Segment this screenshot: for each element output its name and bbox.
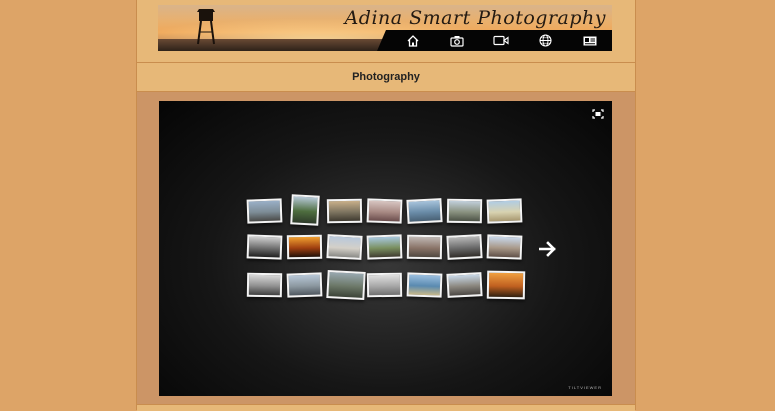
photo-thumbnail[interactable] xyxy=(446,272,483,298)
photo-thumbnail[interactable] xyxy=(326,234,363,260)
site-title: Adina Smart Photography xyxy=(344,7,606,29)
photo-thumbnail[interactable] xyxy=(406,234,443,260)
photo-thumbnail[interactable] xyxy=(406,272,443,298)
lifeguard-tower-icon xyxy=(197,9,215,45)
header-banner: Adina Smart Photography xyxy=(158,5,612,51)
photo-thumbnail[interactable] xyxy=(366,272,403,298)
arrow-right-icon[interactable] xyxy=(539,241,557,257)
photo-thumbnail[interactable] xyxy=(486,270,526,300)
photo-thumbnail[interactable] xyxy=(246,272,283,298)
photo-thumbnail[interactable] xyxy=(446,234,483,260)
photo-thumbnail[interactable] xyxy=(326,270,366,300)
photo-thumbnail[interactable] xyxy=(326,198,363,224)
photo-thumbnail[interactable] xyxy=(446,198,483,224)
photo-thumbnail[interactable] xyxy=(286,272,323,298)
viewer-brand: TILTVIEWER xyxy=(568,385,602,390)
nav-world[interactable] xyxy=(535,33,557,49)
home-icon xyxy=(407,34,419,47)
nav-photography[interactable] xyxy=(446,33,468,49)
photo-thumbnail[interactable] xyxy=(486,198,523,224)
nav-video[interactable] xyxy=(490,33,512,49)
photo-thumbnail[interactable] xyxy=(286,234,323,260)
camera-icon xyxy=(450,35,464,47)
gallery-section: TILTVIEWER xyxy=(137,92,635,404)
photo-thumbnail[interactable] xyxy=(366,198,403,224)
photo-thumbnail[interactable] xyxy=(246,234,283,260)
photo-thumbnail[interactable] xyxy=(486,234,523,260)
page-heading: Photography xyxy=(352,71,420,83)
photo-thumbnail[interactable] xyxy=(406,198,443,224)
globe-icon xyxy=(539,34,552,47)
main-nav xyxy=(377,30,612,51)
page-container: Adina Smart Photography Photography TILT… xyxy=(136,0,636,411)
contact-card-icon xyxy=(583,36,597,45)
video-camera-icon xyxy=(493,35,510,46)
photo-viewer[interactable]: TILTVIEWER xyxy=(159,101,612,396)
photo-thumbnail[interactable] xyxy=(366,234,403,260)
photo-thumbnail[interactable] xyxy=(290,194,320,226)
nav-home[interactable] xyxy=(402,33,424,49)
fullscreen-icon[interactable] xyxy=(592,109,604,119)
photo-thumbnail[interactable] xyxy=(246,198,283,224)
nav-contact[interactable] xyxy=(579,33,601,49)
